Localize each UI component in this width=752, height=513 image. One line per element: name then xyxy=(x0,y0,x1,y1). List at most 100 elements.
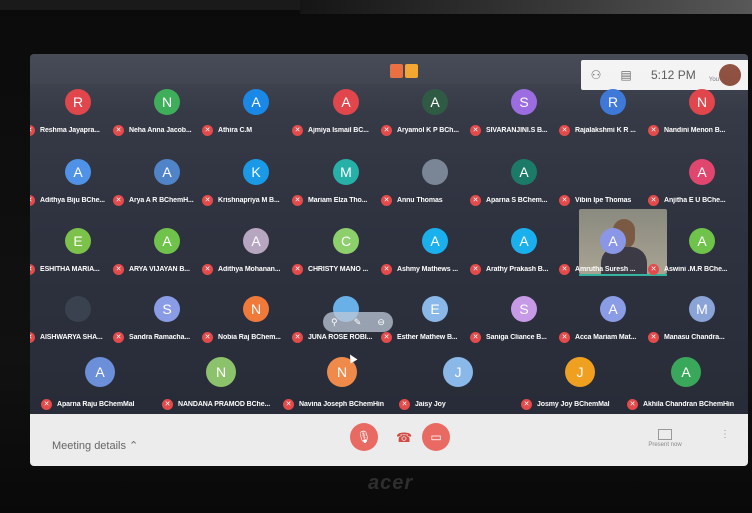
participant-tile[interactable]: A ✕ Aryamol K P BCh... xyxy=(381,89,480,149)
participant-name-row: ✕ ESHITHA MARIA... xyxy=(30,263,100,275)
muted-mic-icon: ✕ xyxy=(470,194,481,206)
participant-name-row: ✕ NANDANA PRAMOD BChe... xyxy=(162,398,270,410)
participant-tile[interactable]: A ✕ ARYA VIJAYAN B... xyxy=(113,228,212,288)
people-icon[interactable]: ⚇ xyxy=(581,60,611,90)
participant-tile[interactable]: A ✕ Arya A R BChemH... xyxy=(113,159,212,219)
firefox-icon[interactable] xyxy=(390,64,403,78)
participant-avatar: N xyxy=(154,89,180,115)
participant-name-row: ✕ CHRISTY MANO ... xyxy=(292,263,368,275)
participant-name: Arya A R BChemH... xyxy=(129,196,194,204)
participant-tile[interactable]: J ✕ Josmy Joy BChemMal xyxy=(521,357,625,417)
participant-tile[interactable]: R ✕ Rajalakshmi K R ... xyxy=(559,89,658,149)
participant-tile[interactable]: ✕ Vibin Ipe Thomas xyxy=(559,159,658,219)
participant-tile[interactable]: A ✕ Ashmy Mathews ... xyxy=(381,228,480,288)
mic-indicator-icon[interactable] xyxy=(405,64,418,78)
remove-icon[interactable]: ⊖ xyxy=(377,317,385,328)
participant-avatar: A xyxy=(511,159,537,185)
participant-avatar: A xyxy=(600,228,626,254)
participant-tile[interactable]: A ✕ Aswini .M.R BChe... xyxy=(648,228,747,288)
participant-tile[interactable]: N ✕ Nobia Raj BChem... xyxy=(202,296,301,356)
photo-background-top-left xyxy=(0,0,300,10)
mute-participant-icon[interactable]: ✎ xyxy=(354,317,362,328)
participant-name: ESHITHA MARIA... xyxy=(40,265,100,273)
mic-button[interactable]: 🎙 xyxy=(350,423,378,451)
muted-mic-icon: ✕ xyxy=(399,398,410,410)
participant-tile[interactable]: A ✕ Ajmiya Ismail BC... xyxy=(292,89,391,149)
participant-tile[interactable]: A ✕ Acca Mariam Mat... xyxy=(559,296,658,356)
participant-tile[interactable]: S ✕ Saniga Cliance B... xyxy=(470,296,569,356)
chat-icon[interactable]: ▤ xyxy=(611,60,641,90)
participant-tile[interactable]: E ✕ Esther Mathew B... xyxy=(381,296,480,356)
muted-mic-icon: ✕ xyxy=(162,398,173,410)
participant-name: Annu Thomas xyxy=(397,196,443,204)
participant-tile[interactable]: A ✕ Akhila Chandran BChemHin xyxy=(627,357,734,417)
participant-tile[interactable]: N ✕ Nandini Menon B... xyxy=(648,89,747,149)
participant-avatar: E xyxy=(65,228,91,254)
camera-button[interactable]: ▭ xyxy=(422,423,450,451)
participant-avatar: M xyxy=(689,296,715,322)
hang-up-button[interactable]: ☎ xyxy=(396,430,412,446)
participant-tile[interactable]: M ✕ Mariam Elza Tho... xyxy=(292,159,391,219)
participant-avatar: A xyxy=(85,357,115,387)
participant-name: Adithya Mohanan... xyxy=(218,265,281,273)
participant-name: AISHWARYA SHA... xyxy=(40,333,103,341)
participant-tile[interactable]: K ✕ Krishnapriya M B... xyxy=(202,159,301,219)
self-avatar[interactable] xyxy=(719,64,741,86)
participant-tile[interactable]: A ✕ Arathy Prakash B... xyxy=(470,228,569,288)
participant-avatar: A xyxy=(243,89,269,115)
participant-tile[interactable]: R ✕ Reshma Jayapra... xyxy=(30,89,123,149)
participant-avatar: A xyxy=(154,228,180,254)
muted-mic-icon: ✕ xyxy=(292,331,303,343)
participant-name-row: ✕ SIVARANJINI.S B... xyxy=(470,124,547,136)
participant-tile[interactable]: C ✕ CHRISTY MANO ... xyxy=(292,228,391,288)
participant-tile[interactable]: A ✕ Athira C.M xyxy=(202,89,301,149)
participant-tile[interactable]: M ✕ Manasu Chandra... xyxy=(648,296,747,356)
participant-tile[interactable]: J ✕ Jaisy Joy xyxy=(399,357,503,417)
participant-tile[interactable]: A ✕ Adithya Mohanan... xyxy=(202,228,301,288)
participant-avatar xyxy=(422,159,448,185)
more-options-icon[interactable]: ⋮ xyxy=(720,429,730,440)
participant-tile[interactable]: ✕ AISHWARYA SHA... xyxy=(30,296,123,356)
participant-tile[interactable]: A ✕ Amrutha Suresh ... xyxy=(559,228,658,288)
participant-tile[interactable]: A ✕ Anjitha E U BChe... xyxy=(648,159,747,219)
participant-avatar: R xyxy=(65,89,91,115)
photo-background-top-right xyxy=(300,0,752,14)
participant-name-row: ✕ Arathy Prakash B... xyxy=(470,263,548,275)
participant-avatar: R xyxy=(600,89,626,115)
pin-icon[interactable]: ⚲ xyxy=(331,317,338,328)
participant-tile[interactable]: S ✕ Sandra Ramacha... xyxy=(113,296,212,356)
participant-tile[interactable]: A ✕ Adithya Biju BChe... xyxy=(30,159,123,219)
participant-avatar: A xyxy=(333,89,359,115)
bottom-bar: Meeting details ⌃ 🎙 ☎ ▭ Present now ⋮ xyxy=(30,414,748,466)
muted-mic-icon: ✕ xyxy=(292,263,303,275)
participant-name: Mariam Elza Tho... xyxy=(308,196,368,204)
participant-tile[interactable]: A ✕ Aparna Raju BChemMal xyxy=(41,357,145,417)
present-now-button[interactable]: Present now xyxy=(645,429,685,448)
muted-mic-icon: ✕ xyxy=(202,263,213,275)
present-icon xyxy=(658,429,672,440)
participant-name-row: ✕ Arya A R BChemH... xyxy=(113,194,194,206)
participant-name-row: ✕ Manasu Chandra... xyxy=(648,331,725,343)
participant-avatar: N xyxy=(206,357,236,387)
participant-name: JUNA ROSE ROBI... xyxy=(308,333,373,341)
participant-name: Rajalakshmi K R ... xyxy=(575,126,636,134)
participant-tile[interactable]: A ✕ Aparna S BChem... xyxy=(470,159,569,219)
participant-avatar: C xyxy=(333,228,359,254)
participant-tile[interactable]: N ✕ Navina Joseph BChemHin xyxy=(283,357,387,417)
participant-avatar: A xyxy=(154,159,180,185)
participant-tile[interactable]: S ✕ SIVARANJINI.S B... xyxy=(470,89,569,149)
muted-mic-icon: ✕ xyxy=(559,331,570,343)
participant-tile[interactable]: ✕ Annu Thomas xyxy=(381,159,480,219)
participant-tile[interactable]: N ✕ Neha Anna Jacob... xyxy=(113,89,212,149)
muted-mic-icon: ✕ xyxy=(30,263,35,275)
muted-mic-icon: ✕ xyxy=(113,331,124,343)
muted-mic-icon: ✕ xyxy=(30,194,35,206)
participant-avatar: S xyxy=(511,296,537,322)
muted-mic-icon: ✕ xyxy=(30,124,35,136)
tile-hover-controls[interactable]: ⚲ ✎ ⊖ xyxy=(323,312,393,332)
participant-name-row: ✕ Aparna S BChem... xyxy=(470,194,547,206)
participant-tile[interactable]: E ✕ ESHITHA MARIA... xyxy=(30,228,123,288)
meeting-details-button[interactable]: Meeting details ⌃ xyxy=(52,439,138,452)
muted-mic-icon: ✕ xyxy=(41,398,52,410)
participant-tile[interactable]: N ✕ NANDANA PRAMOD BChe... xyxy=(162,357,270,417)
